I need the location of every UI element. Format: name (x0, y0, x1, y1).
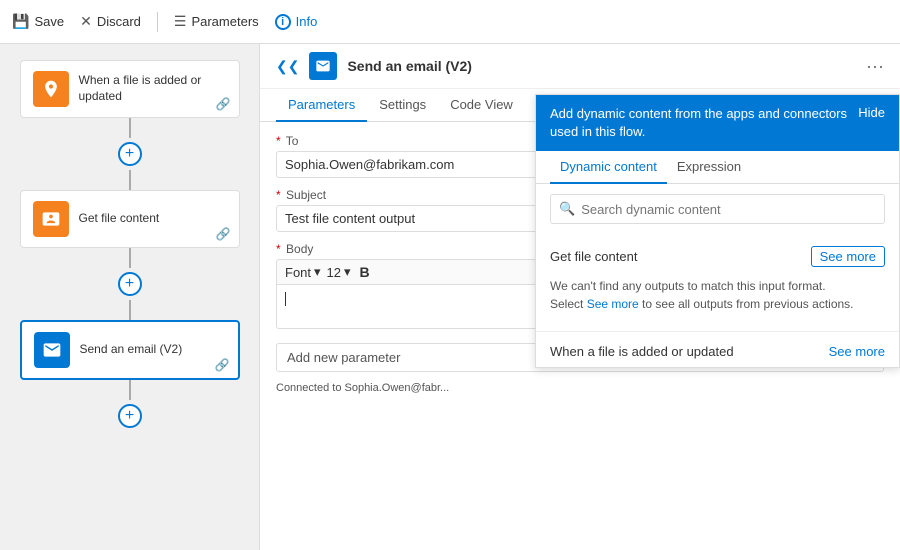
see-more-link[interactable]: See more (587, 297, 639, 311)
file-added-section-title: When a file is added or updated (550, 344, 734, 359)
size-dropdown-icon: ▾ (344, 264, 351, 280)
connector-2 (129, 170, 131, 190)
dynamic-section-get-file: Get file content See more We can't find … (536, 234, 899, 327)
to-required-mark: * (276, 134, 281, 148)
panel-header: ❮❮ Send an email (V2) ··· (260, 44, 900, 89)
dynamic-tabs: Dynamic content Expression (536, 151, 899, 184)
tab-code-view[interactable]: Code View (438, 89, 525, 122)
connector-4 (129, 300, 131, 320)
trigger-icon-svg (41, 79, 61, 99)
flow-step-trigger[interactable]: When a file is added or updated 🔗 (20, 60, 240, 118)
trigger-step-icon (33, 71, 69, 107)
bold-button[interactable]: B (357, 264, 373, 280)
dynamic-hide-button[interactable]: Hide (858, 105, 885, 120)
action-icon (309, 52, 337, 80)
file-added-see-more-button[interactable]: See more (829, 344, 885, 359)
dynamic-panel-header: Add dynamic content from the apps and co… (536, 95, 899, 151)
discard-label: Discard (97, 14, 141, 29)
add-step-1[interactable]: + (118, 142, 142, 166)
right-panel: ❮❮ Send an email (V2) ··· Parameters Set… (260, 44, 900, 550)
toolbar-divider (157, 12, 158, 32)
subject-required-mark: * (276, 188, 281, 202)
flow-step-send-email[interactable]: Send an email (V2) 🔗 (20, 320, 240, 380)
panel-title: Send an email (V2) (347, 58, 471, 74)
body-cursor (285, 292, 286, 306)
action-email-icon (315, 58, 331, 74)
get-file-icon-svg (41, 209, 61, 229)
send-email-step-icon (34, 332, 70, 368)
discard-icon: ✕ (80, 13, 92, 30)
dynamic-section-divider (536, 331, 899, 332)
dynamic-section-file-added: When a file is added or updated See more (536, 336, 899, 367)
font-select[interactable]: Font ▾ (285, 264, 321, 280)
info-button[interactable]: i Info (275, 14, 318, 30)
info-label: Info (296, 14, 318, 29)
dynamic-search-icon: 🔍 (559, 201, 575, 217)
dynamic-search-box[interactable]: 🔍 (550, 194, 885, 224)
tab-parameters[interactable]: Parameters (276, 89, 367, 122)
send-email-step-text: Send an email (V2) (80, 342, 183, 358)
discard-button[interactable]: ✕ Discard (80, 13, 141, 30)
get-file-step-text: Get file content (79, 211, 160, 227)
connector-1 (129, 118, 131, 138)
get-file-section-header: Get file content See more (550, 240, 885, 273)
parameters-label: Parameters (191, 14, 258, 29)
flow-step-get-file[interactable]: Get file content 🔗 (20, 190, 240, 248)
connected-text: Connected to Sophia.Owen@fabr... (276, 382, 884, 394)
send-email-step-link[interactable]: 🔗 (215, 358, 230, 372)
trigger-step-link[interactable]: 🔗 (216, 97, 231, 111)
connector-3 (129, 248, 131, 268)
font-dropdown-icon: ▾ (314, 264, 321, 280)
dynamic-no-outputs-message: We can't find any outputs to match this … (550, 273, 885, 321)
save-label: Save (34, 14, 64, 29)
panel-more-button[interactable]: ··· (866, 56, 884, 77)
parameters-button[interactable]: ☰ Parameters (174, 13, 259, 30)
collapse-button[interactable]: ❮❮ (276, 58, 299, 75)
save-button[interactable]: 💾 Save (12, 13, 64, 30)
dynamic-tab-content[interactable]: Dynamic content (550, 151, 667, 184)
send-email-icon-svg (42, 340, 62, 360)
toolbar: 💾 Save ✕ Discard ☰ Parameters i Info (0, 0, 900, 44)
flow-canvas: When a file is added or updated 🔗 + Get … (0, 44, 260, 550)
body-required-mark: * (276, 242, 281, 256)
trigger-step-text: When a file is added or updated (79, 73, 227, 104)
parameters-icon: ☰ (174, 13, 187, 30)
connector-5 (129, 380, 131, 400)
get-file-step-link[interactable]: 🔗 (216, 227, 231, 241)
dynamic-content-panel: Add dynamic content from the apps and co… (535, 94, 900, 368)
info-icon: i (275, 14, 291, 30)
dynamic-search-input[interactable] (581, 202, 876, 217)
add-step-2[interactable]: + (118, 272, 142, 296)
get-file-section-title: Get file content (550, 249, 637, 264)
get-file-step-icon (33, 201, 69, 237)
dynamic-tab-expression[interactable]: Expression (667, 151, 751, 184)
tab-settings[interactable]: Settings (367, 89, 438, 122)
size-select[interactable]: 12 ▾ (327, 264, 351, 280)
add-step-3[interactable]: + (118, 404, 142, 428)
main-layout: When a file is added or updated 🔗 + Get … (0, 44, 900, 550)
get-file-see-more-button[interactable]: See more (811, 246, 885, 267)
save-icon: 💾 (12, 13, 29, 30)
dynamic-header-text: Add dynamic content from the apps and co… (550, 105, 858, 141)
